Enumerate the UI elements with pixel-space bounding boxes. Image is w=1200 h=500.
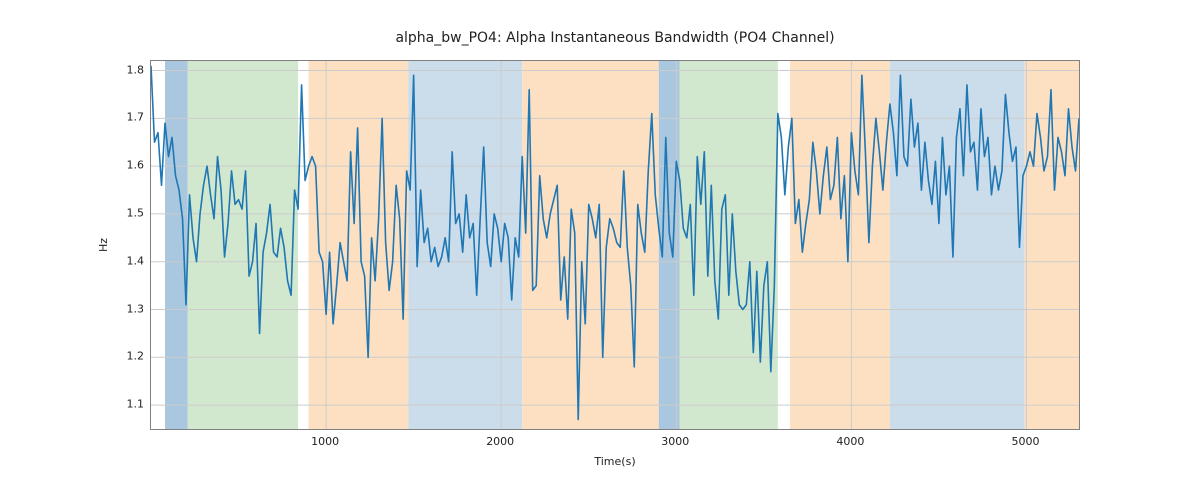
segment-band — [790, 61, 890, 429]
ytick-label: 1.7 — [110, 111, 144, 124]
chart-axes — [150, 60, 1080, 430]
ytick-label: 1.5 — [110, 206, 144, 219]
chart-figure: alpha_bw_PO4: Alpha Instantaneous Bandwi… — [0, 0, 1200, 500]
ytick-label: 1.2 — [110, 350, 144, 363]
chart-title: alpha_bw_PO4: Alpha Instantaneous Bandwi… — [150, 30, 1080, 46]
ytick-label: 1.6 — [110, 159, 144, 172]
x-axis-label: Time(s) — [150, 455, 1080, 468]
xtick-label: 5000 — [995, 435, 1055, 448]
ytick-label: 1.8 — [110, 63, 144, 76]
segment-band — [522, 61, 659, 429]
ytick-label: 1.1 — [110, 398, 144, 411]
plot-svg — [151, 61, 1079, 429]
xtick-label: 1000 — [295, 435, 355, 448]
y-axis-label: Hz — [97, 60, 113, 430]
xtick-label: 3000 — [645, 435, 705, 448]
ytick-label: 1.3 — [110, 302, 144, 315]
ytick-label: 1.4 — [110, 254, 144, 267]
segment-band — [408, 61, 522, 429]
xtick-label: 2000 — [470, 435, 530, 448]
xtick-label: 4000 — [820, 435, 880, 448]
segment-band — [188, 61, 298, 429]
